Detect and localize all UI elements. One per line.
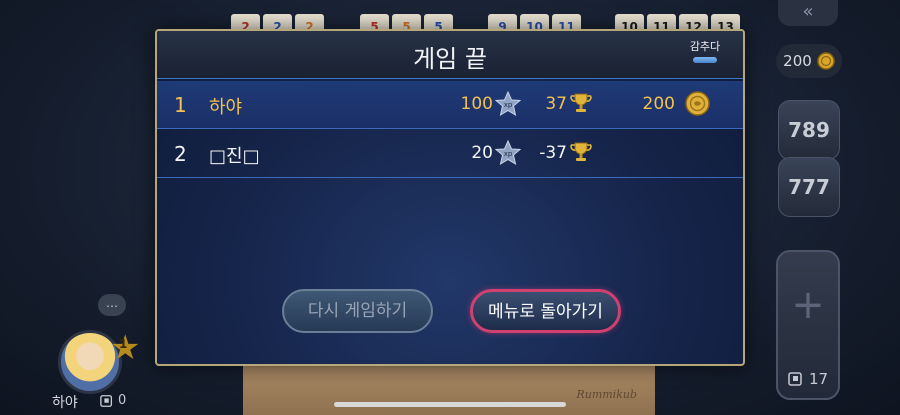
rank: 2 <box>174 142 187 166</box>
svg-text:xp: xp <box>504 101 513 109</box>
score-value: 777 <box>788 175 830 199</box>
coin-icon <box>685 91 710 116</box>
deck-count: 17 <box>788 370 828 388</box>
xp-star-icon: xp <box>495 140 521 166</box>
dialog-header: 게임 끝 감추다 <box>157 31 743 79</box>
double-chevron-left-icon: « <box>802 1 814 22</box>
hide-label: 감추다 <box>689 40 721 53</box>
trophy-value: -37 <box>539 143 567 163</box>
chat-icon-dots: … <box>106 296 118 310</box>
coin-balance-value: 200 <box>783 52 812 70</box>
result-row-2: 2 □진□ 20 xp -37 <box>157 130 743 178</box>
score-value: 789 <box>788 118 830 142</box>
player-tile-count-value: 0 <box>118 393 127 408</box>
chat-icon[interactable]: … <box>98 294 126 316</box>
player-name: 하야 <box>52 395 78 411</box>
coin-icon <box>817 52 835 70</box>
deck-count-value: 17 <box>809 370 829 388</box>
svg-text:xp: xp <box>504 150 513 158</box>
rank: 1 <box>174 93 187 117</box>
rack-brand: Rummikub <box>576 388 637 401</box>
result-row-1: 1 하야 100 xp 37 200 <box>157 81 743 129</box>
player-tile-count: 0 <box>100 393 126 408</box>
xp-value: 20 <box>471 143 493 163</box>
play-again-button[interactable]: 다시 게임하기 <box>282 289 433 333</box>
tile-stack-icon <box>788 372 802 386</box>
draw-tile-button[interactable]: + 17 <box>776 250 840 400</box>
plus-icon: + <box>791 282 825 328</box>
collapse-sidebar-button[interactable]: « <box>778 0 838 26</box>
trophy-icon <box>570 93 592 112</box>
coin-value: 200 <box>642 94 675 114</box>
coin-balance: 200 <box>776 44 842 78</box>
xp-value: 100 <box>460 94 493 114</box>
dialog-title: 게임 끝 <box>413 45 487 73</box>
score-button-bottom[interactable]: 777 <box>778 157 840 217</box>
player-level: 1 <box>119 337 128 351</box>
tile-stack-icon <box>100 394 113 407</box>
trophy-value: 37 <box>545 94 567 114</box>
hide-dialog-button[interactable]: 감추다 <box>685 38 725 63</box>
home-indicator[interactable] <box>334 402 566 407</box>
xp-star-icon: xp <box>495 91 521 117</box>
score-button-top[interactable]: 789 <box>778 100 840 160</box>
player-name: □진□ <box>209 146 260 167</box>
tile-rack: Rummikub <box>243 362 655 415</box>
game-over-dialog: 게임 끝 감추다 1 하야 100 xp 37 200 2 □진□ 20 xp … <box>155 29 745 366</box>
trophy-icon <box>570 142 592 161</box>
hide-toggle-icon <box>693 57 717 63</box>
player-name: 하야 <box>209 97 243 118</box>
back-to-menu-button[interactable]: 메뉴로 돌아가기 <box>470 289 621 333</box>
